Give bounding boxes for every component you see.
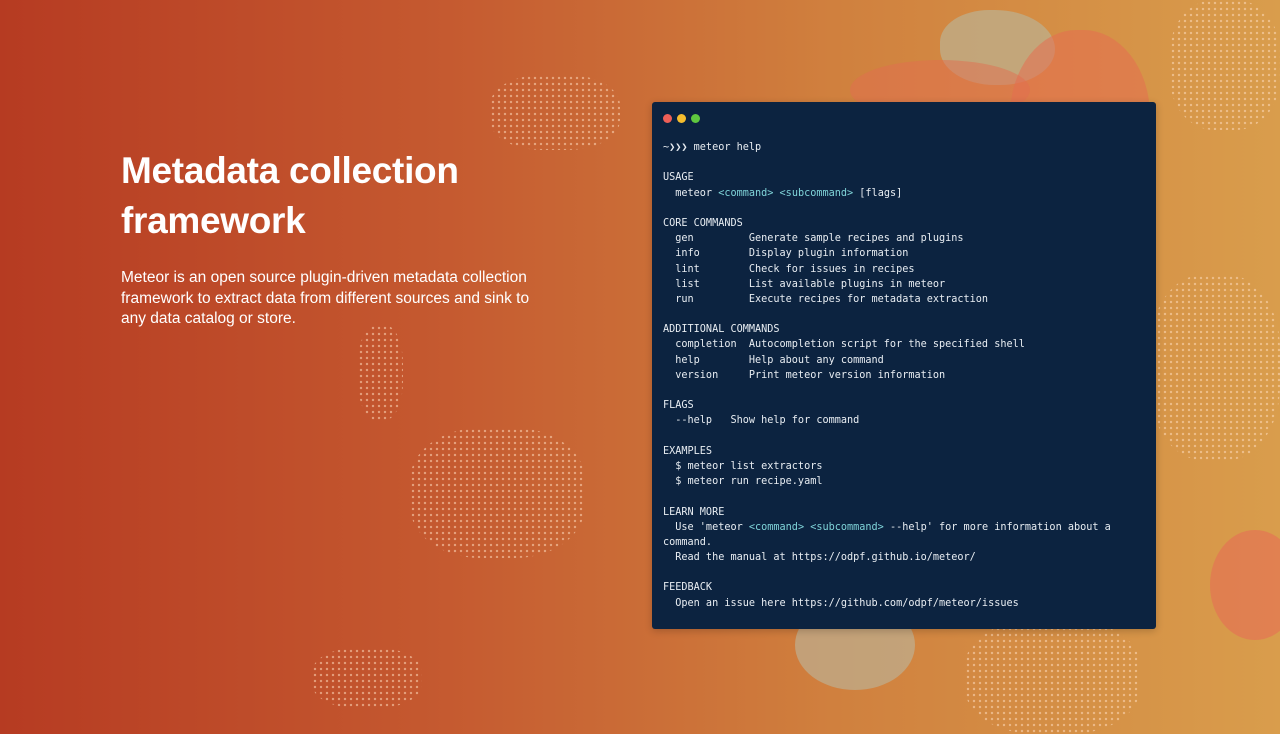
terminal-text: meteor — [663, 187, 719, 199]
terminal-text: run Execute recipes for metadata extract… — [663, 293, 989, 305]
terminal-text: info Display plugin information — [663, 248, 909, 260]
minimize-dot-icon — [677, 114, 686, 123]
terminal-line: Use 'meteor <command> <subcommand> --hel… — [663, 520, 1111, 535]
terminal-line: ADDITIONAL COMMANDS — [663, 322, 1111, 337]
terminal-text: CORE COMMANDS — [663, 217, 743, 229]
terminal-text: Use 'meteor — [663, 521, 749, 533]
terminal-line: info Display plugin information — [663, 246, 1111, 261]
terminal-placeholder: <subcommand> — [779, 187, 854, 199]
terminal-line: list List available plugins in meteor — [663, 277, 1111, 292]
terminal-line: FLAGS — [663, 398, 1111, 413]
terminal-line: EXAMPLES — [663, 444, 1111, 459]
decorative-dots — [358, 325, 403, 420]
terminal-line: help Help about any command — [663, 353, 1111, 368]
terminal-text: $ meteor run recipe.yaml — [663, 476, 823, 488]
terminal-text: LEARN MORE — [663, 506, 725, 518]
terminal-text: EXAMPLES — [663, 445, 713, 457]
terminal-text: list List available plugins in meteor — [663, 278, 946, 290]
maximize-dot-icon — [691, 114, 700, 123]
terminal-line: ~❯❯❯ meteor help — [663, 140, 1111, 155]
decorative-dots — [490, 75, 620, 150]
hero-section: Metadata collection framework Meteor is … — [121, 146, 541, 330]
terminal-text: [flags] — [853, 187, 903, 199]
terminal-text: version Print meteor version information — [663, 369, 946, 381]
terminal-text: $ meteor list extractors — [663, 460, 823, 472]
window-controls — [663, 114, 700, 123]
terminal-line: USAGE — [663, 170, 1111, 185]
hero-description: Meteor is an open source plugin-driven m… — [121, 269, 530, 327]
terminal-text: ADDITIONAL COMMANDS — [663, 324, 780, 336]
terminal-line: command. — [663, 535, 1111, 550]
decorative-dots — [1150, 275, 1280, 460]
terminal-line: lint Check for issues in recipes — [663, 262, 1111, 277]
terminal-output: ~❯❯❯ meteor help USAGE meteor <command> <… — [663, 140, 1111, 611]
terminal-placeholder: <command> — [718, 187, 774, 199]
decorative-blob — [1210, 530, 1280, 640]
terminal-text: ~❯❯❯ meteor help — [663, 142, 762, 153]
terminal-line: completion Autocompletion script for the… — [663, 337, 1111, 352]
terminal-text: command. — [663, 536, 713, 548]
hero-title: Metadata collection framework — [121, 150, 459, 241]
terminal-line: $ meteor list extractors — [663, 459, 1111, 474]
terminal-text: Open an issue here https://github.com/od… — [663, 597, 1019, 609]
terminal-line: FEEDBACK — [663, 580, 1111, 595]
terminal-text: --help Show help for command — [663, 415, 860, 427]
terminal-line: gen Generate sample recipes and plugins — [663, 231, 1111, 246]
terminal-text: completion Autocompletion script for the… — [663, 339, 1025, 351]
terminal-text: --help' for more information about a — [883, 521, 1111, 533]
terminal-placeholder: <subcommand> — [810, 521, 884, 533]
terminal-line: Open an issue here https://github.com/od… — [663, 596, 1111, 611]
terminal-text: help Help about any command — [663, 354, 884, 366]
terminal-text: FLAGS — [663, 400, 694, 412]
terminal-line: CORE COMMANDS — [663, 216, 1111, 231]
decorative-dots — [1170, 0, 1280, 130]
terminal-text: lint Check for issues in recipes — [663, 263, 915, 275]
decorative-dots — [312, 648, 422, 708]
terminal-text: gen Generate sample recipes and plugins — [663, 233, 964, 245]
terminal-placeholder: <command> — [748, 521, 805, 533]
decorative-dots — [965, 620, 1140, 734]
terminal-line: $ meteor run recipe.yaml — [663, 474, 1111, 489]
terminal-text: FEEDBACK — [663, 582, 713, 594]
close-dot-icon — [663, 114, 672, 123]
terminal-window: ~❯❯❯ meteor help USAGE meteor <command> <… — [652, 102, 1156, 629]
terminal-line: run Execute recipes for metadata extract… — [663, 292, 1111, 307]
terminal-text: Read the manual at https://odpf.github.i… — [663, 552, 976, 564]
decorative-dots — [410, 428, 585, 558]
terminal-line: Read the manual at https://odpf.github.i… — [663, 550, 1111, 565]
terminal-line: --help Show help for command — [663, 413, 1111, 428]
terminal-line: LEARN MORE — [663, 505, 1111, 520]
terminal-line: meteor <command> <subcommand> [flags] — [663, 186, 1111, 201]
terminal-text: USAGE — [663, 172, 694, 184]
terminal-line: version Print meteor version information — [663, 368, 1111, 383]
